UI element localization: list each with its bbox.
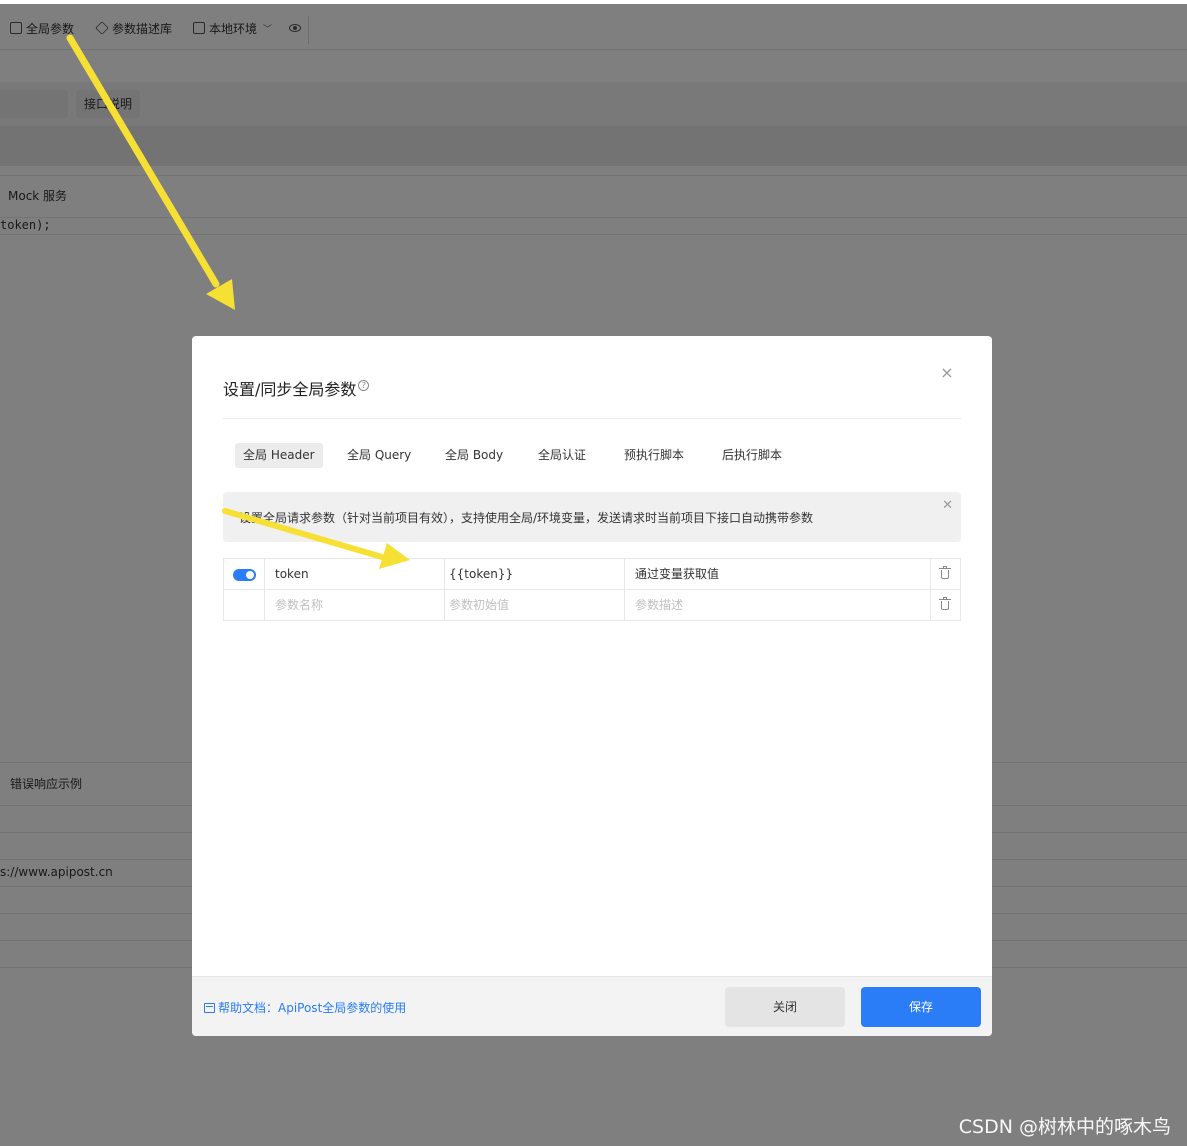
save-button[interactable]: 保存 — [861, 987, 981, 1027]
delete-cell — [931, 590, 960, 621]
param-value-input[interactable]: 参数初始值 — [445, 590, 625, 621]
tab-global-body[interactable]: 全局 Body — [437, 443, 511, 468]
enable-cell — [224, 590, 265, 621]
tab-pre-script[interactable]: 预执行脚本 — [616, 443, 692, 468]
help-doc-label: 帮助文档：ApiPost全局参数的使用 — [218, 1001, 407, 1015]
tab-global-header[interactable]: 全局 Header — [235, 443, 323, 468]
title-divider — [223, 418, 961, 419]
enable-toggle[interactable] — [233, 569, 256, 581]
notice-text: 设置全局请求参数（针对当前项目有效），支持使用全局/环境变量，发送请求时当前项目… — [239, 511, 814, 525]
param-name-field[interactable]: token — [265, 559, 445, 590]
close-button[interactable]: 关闭 — [725, 987, 845, 1027]
param-value-field[interactable]: {{token}} — [445, 559, 625, 590]
help-icon[interactable]: ? — [358, 379, 370, 391]
trash-icon[interactable] — [939, 566, 951, 579]
tab-global-auth[interactable]: 全局认证 — [530, 443, 594, 468]
param-description-field[interactable]: 通过变量获取值 — [625, 559, 931, 590]
modal-title-text: 设置/同步全局参数 — [223, 380, 357, 399]
params-table: token {{token}} 通过变量获取值 参数名称 参数初始值 参数描述 — [223, 558, 961, 621]
modal-title: 设置/同步全局参数 ? — [223, 376, 370, 400]
enable-cell — [224, 559, 265, 590]
table-row: token {{token}} 通过变量获取值 — [224, 559, 960, 590]
global-params-modal: 设置/同步全局参数 ? × 全局 Header 全局 Query 全局 Body… — [192, 336, 992, 1036]
document-icon — [204, 1002, 215, 1013]
tab-global-query[interactable]: 全局 Query — [339, 443, 419, 468]
help-doc-link[interactable]: 帮助文档：ApiPost全局参数的使用 — [204, 999, 406, 1016]
close-icon[interactable]: × — [940, 365, 954, 381]
modal-footer: 帮助文档：ApiPost全局参数的使用 关闭 保存 — [192, 976, 992, 1036]
param-description-input[interactable]: 参数描述 — [625, 590, 931, 621]
param-name-input[interactable]: 参数名称 — [265, 590, 445, 621]
table-row: 参数名称 参数初始值 参数描述 — [224, 590, 960, 621]
close-icon[interactable]: ✕ — [942, 498, 953, 513]
watermark: CSDN @树林中的啄木鸟 — [958, 1116, 1171, 1138]
trash-icon[interactable] — [939, 597, 951, 610]
tab-post-script[interactable]: 后执行脚本 — [714, 443, 790, 468]
delete-cell — [931, 559, 960, 590]
notice-banner: 设置全局请求参数（针对当前项目有效），支持使用全局/环境变量，发送请求时当前项目… — [223, 492, 961, 542]
